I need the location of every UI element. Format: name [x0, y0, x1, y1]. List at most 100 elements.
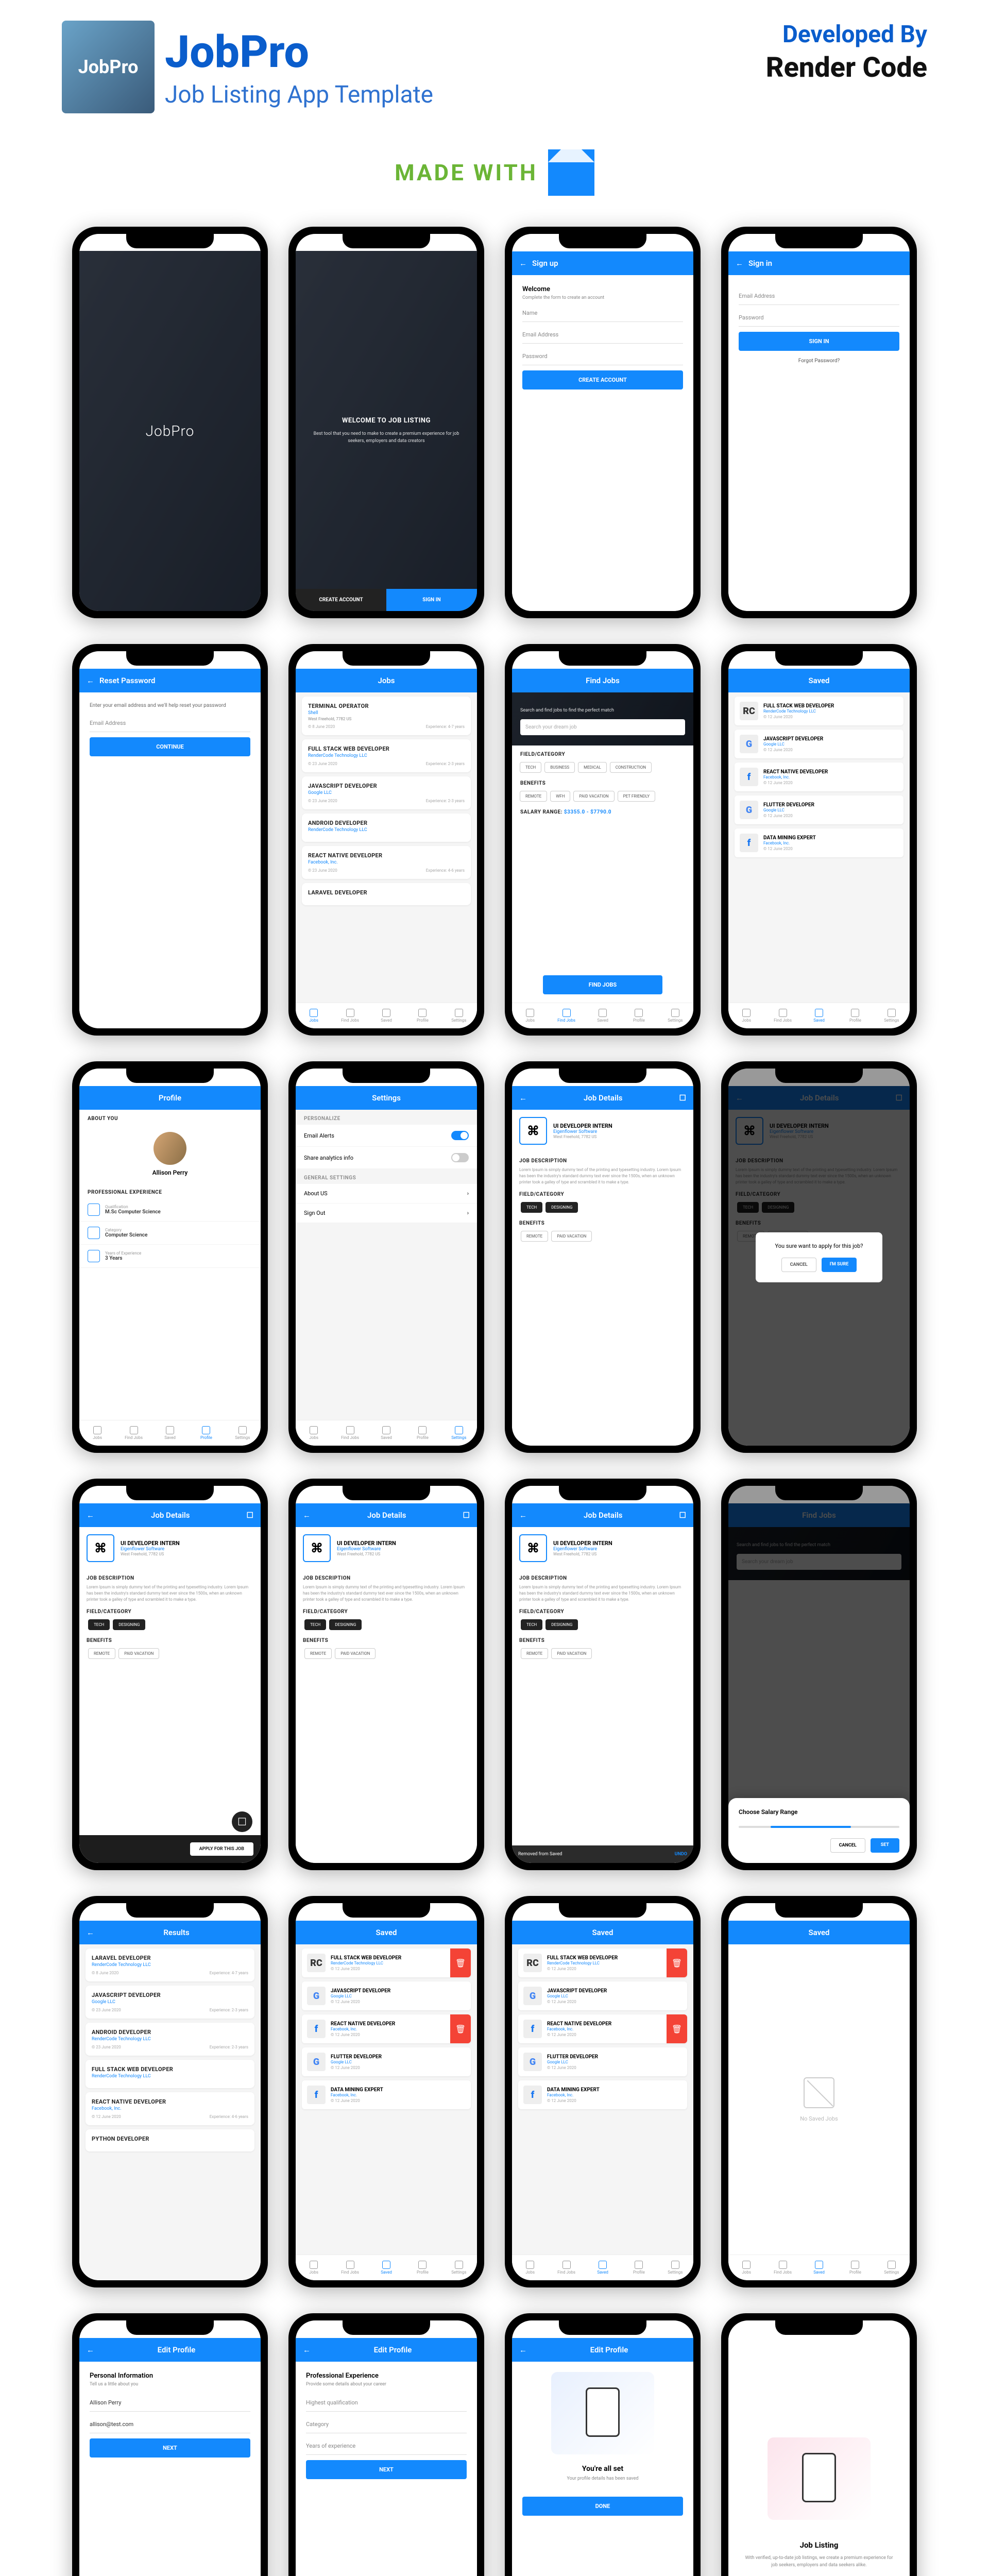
benefit-chip[interactable]: REMOTE [520, 791, 547, 802]
sign-in-submit[interactable]: SIGN IN [739, 332, 899, 351]
email-input[interactable]: allison@test.com [90, 2416, 250, 2433]
tab-settings[interactable]: Settings [657, 2255, 693, 2280]
tab-profile[interactable]: Profile [837, 1003, 873, 1028]
saved-item[interactable]: fDATA MINING EXPERTFacebook, Inc.© 12 Ju… [735, 828, 903, 857]
job-card[interactable]: REACT NATIVE DEVELOPERFacebook, Inc.© 12… [86, 2092, 254, 2125]
job-card[interactable]: LARAVEL DEVELOPER [302, 883, 471, 905]
tab-profile[interactable]: Profile [837, 2255, 873, 2280]
back-icon[interactable]: ← [87, 1511, 94, 1520]
tab-settings[interactable]: Settings [441, 2255, 477, 2280]
back-icon[interactable]: ← [519, 1511, 527, 1520]
category-chip[interactable]: BUSINESS [544, 762, 575, 773]
back-icon[interactable]: ← [303, 2345, 311, 2354]
tab-saved[interactable]: Saved [585, 1003, 621, 1028]
bookmark-icon[interactable]: ☐ [679, 1511, 686, 1520]
back-icon[interactable]: ← [519, 259, 527, 268]
back-icon[interactable]: ← [87, 1928, 94, 1937]
range-slider[interactable] [771, 1826, 851, 1828]
tab-jobs[interactable]: Jobs [512, 1003, 548, 1028]
confirm-button[interactable]: I'M SURE [822, 1258, 857, 1272]
saved-item[interactable]: GFLUTTER DEVELOPERGoogle LLC© 12 June 20… [735, 795, 903, 824]
tab-saved[interactable]: Saved [368, 1420, 404, 1446]
tab-saved[interactable]: Saved [368, 1003, 404, 1028]
job-card[interactable]: LARAVEL DEVELOPERRenderCode Technology L… [86, 1948, 254, 1981]
toggle-on-icon[interactable] [451, 1131, 469, 1140]
saved-item[interactable]: fREACT NATIVE DEVELOPERFacebook, Inc.© 1… [302, 2014, 471, 2043]
search-input[interactable]: Search your dream job [520, 719, 685, 735]
tab-find[interactable]: Find Jobs [332, 1003, 368, 1028]
qualification-input[interactable]: Highest qualification [306, 2394, 467, 2412]
undo-button[interactable]: UNDO [675, 1852, 687, 1857]
tab-settings[interactable]: Settings [657, 1003, 693, 1028]
back-icon[interactable]: ← [736, 259, 743, 268]
bookmark-fab[interactable]: ☐ [232, 1811, 252, 1832]
tab-profile[interactable]: Profile [404, 2255, 440, 2280]
benefit-chip[interactable]: PET FRIENDLY [618, 791, 655, 802]
category-chip[interactable]: TECH [520, 762, 541, 773]
back-icon[interactable]: ← [303, 1511, 311, 1520]
email-input[interactable]: Email Address [739, 287, 899, 305]
tab-jobs[interactable]: Jobs [296, 1420, 332, 1446]
set-button[interactable]: SET [871, 1838, 899, 1853]
job-card[interactable]: PYTHON DEVELOPER [86, 2129, 254, 2151]
job-card[interactable]: TERMINAL OPERATORShellWest Freehold, 778… [302, 697, 471, 735]
saved-item[interactable]: GJAVASCRIPT DEVELOPERGoogle LLC© 12 June… [735, 730, 903, 758]
bookmark-icon[interactable]: ☐ [463, 1511, 470, 1520]
done-button[interactable]: DONE [522, 2497, 683, 2516]
next-button[interactable]: NEXT [90, 2438, 250, 2458]
tab-settings[interactable]: Settings [874, 1003, 910, 1028]
tab-find[interactable]: Find Jobs [115, 1420, 151, 1446]
tab-find[interactable]: Find Jobs [548, 2255, 584, 2280]
sign-in-button[interactable]: SIGN IN [386, 589, 477, 611]
benefit-chip[interactable]: PAID VACATION [573, 791, 614, 802]
tab-jobs[interactable]: Jobs [512, 2255, 548, 2280]
share-analytics-row[interactable]: Share analytics info [296, 1147, 477, 1169]
tab-saved[interactable]: Saved [801, 1003, 837, 1028]
saved-item[interactable]: fDATA MINING EXPERTFacebook, Inc.© 12 Ju… [302, 2080, 471, 2109]
tab-settings[interactable]: Settings [874, 2255, 910, 2280]
tab-saved[interactable]: Saved [801, 2255, 837, 2280]
tab-find[interactable]: Find Jobs [764, 2255, 800, 2280]
bookmark-icon[interactable]: ☐ [247, 1511, 253, 1520]
job-card[interactable]: FULL STACK WEB DEVELOPERRenderCode Techn… [86, 2060, 254, 2088]
experience-input[interactable]: Years of experience [306, 2437, 467, 2455]
saved-item[interactable]: fREACT NATIVE DEVELOPERFacebook, Inc.© 1… [518, 2014, 687, 2043]
delete-button[interactable]: 🗑 [667, 2014, 687, 2043]
toggle-off-icon[interactable] [451, 1153, 469, 1162]
about-us-row[interactable]: About US› [296, 1184, 477, 1204]
modal-overlay[interactable]: You sure want to apply for this job? CAN… [728, 1069, 910, 1446]
delete-button[interactable]: 🗑 [450, 2014, 471, 2043]
name-input[interactable]: Allison Perry [90, 2394, 250, 2412]
saved-item[interactable]: GFLUTTER DEVELOPERGoogle LLC© 12 June 20… [302, 2047, 471, 2076]
bookmark-icon[interactable]: ☐ [679, 1093, 686, 1103]
tab-settings[interactable]: Settings [225, 1420, 261, 1446]
saved-item[interactable]: RCFULL STACK WEB DEVELOPERRenderCode Tec… [302, 1948, 471, 1977]
tab-jobs[interactable]: Jobs [728, 1003, 764, 1028]
email-alerts-row[interactable]: Email Alerts [296, 1125, 477, 1147]
create-account-button[interactable]: CREATE ACCOUNT [296, 589, 386, 611]
forgot-password-link[interactable]: Forgot Password? [728, 358, 910, 364]
sign-out-row[interactable]: Sign Out› [296, 1204, 477, 1223]
tab-saved[interactable]: Saved [152, 1420, 188, 1446]
tab-jobs[interactable]: Jobs [79, 1420, 115, 1446]
category-chip[interactable]: CONSTRUCTION [610, 762, 652, 773]
tab-profile[interactable]: Profile [188, 1420, 224, 1446]
job-card[interactable]: JAVASCRIPT DEVELOPERGoogle LLC© 23 June … [302, 776, 471, 809]
tab-jobs[interactable]: Jobs [296, 1003, 332, 1028]
tab-find[interactable]: Find Jobs [332, 2255, 368, 2280]
job-card[interactable]: ANDROID DEVELOPERRenderCode Technology L… [86, 2023, 254, 2056]
tab-profile[interactable]: Profile [621, 1003, 657, 1028]
delete-button[interactable]: 🗑 [667, 1948, 687, 1977]
job-card[interactable]: FULL STACK WEB DEVELOPERRenderCode Techn… [302, 739, 471, 772]
back-icon[interactable]: ← [519, 1093, 527, 1103]
apply-button[interactable]: APPLY FOR THIS JOB [190, 1842, 253, 1856]
tab-profile[interactable]: Profile [404, 1420, 440, 1446]
email-input[interactable]: Email Address [90, 715, 250, 732]
tab-find[interactable]: Find Jobs [548, 1003, 584, 1028]
saved-item[interactable]: GJAVASCRIPT DEVELOPERGoogle LLC© 12 June… [302, 1981, 471, 2010]
tab-jobs[interactable]: Jobs [296, 2255, 332, 2280]
cancel-button[interactable]: CANCEL [830, 1838, 865, 1853]
saved-item[interactable]: RCFULL STACK WEB DEVELOPERRenderCode Tec… [518, 1948, 687, 1977]
next-button[interactable]: NEXT [306, 2460, 467, 2479]
delete-button[interactable]: 🗑 [450, 1948, 471, 1977]
